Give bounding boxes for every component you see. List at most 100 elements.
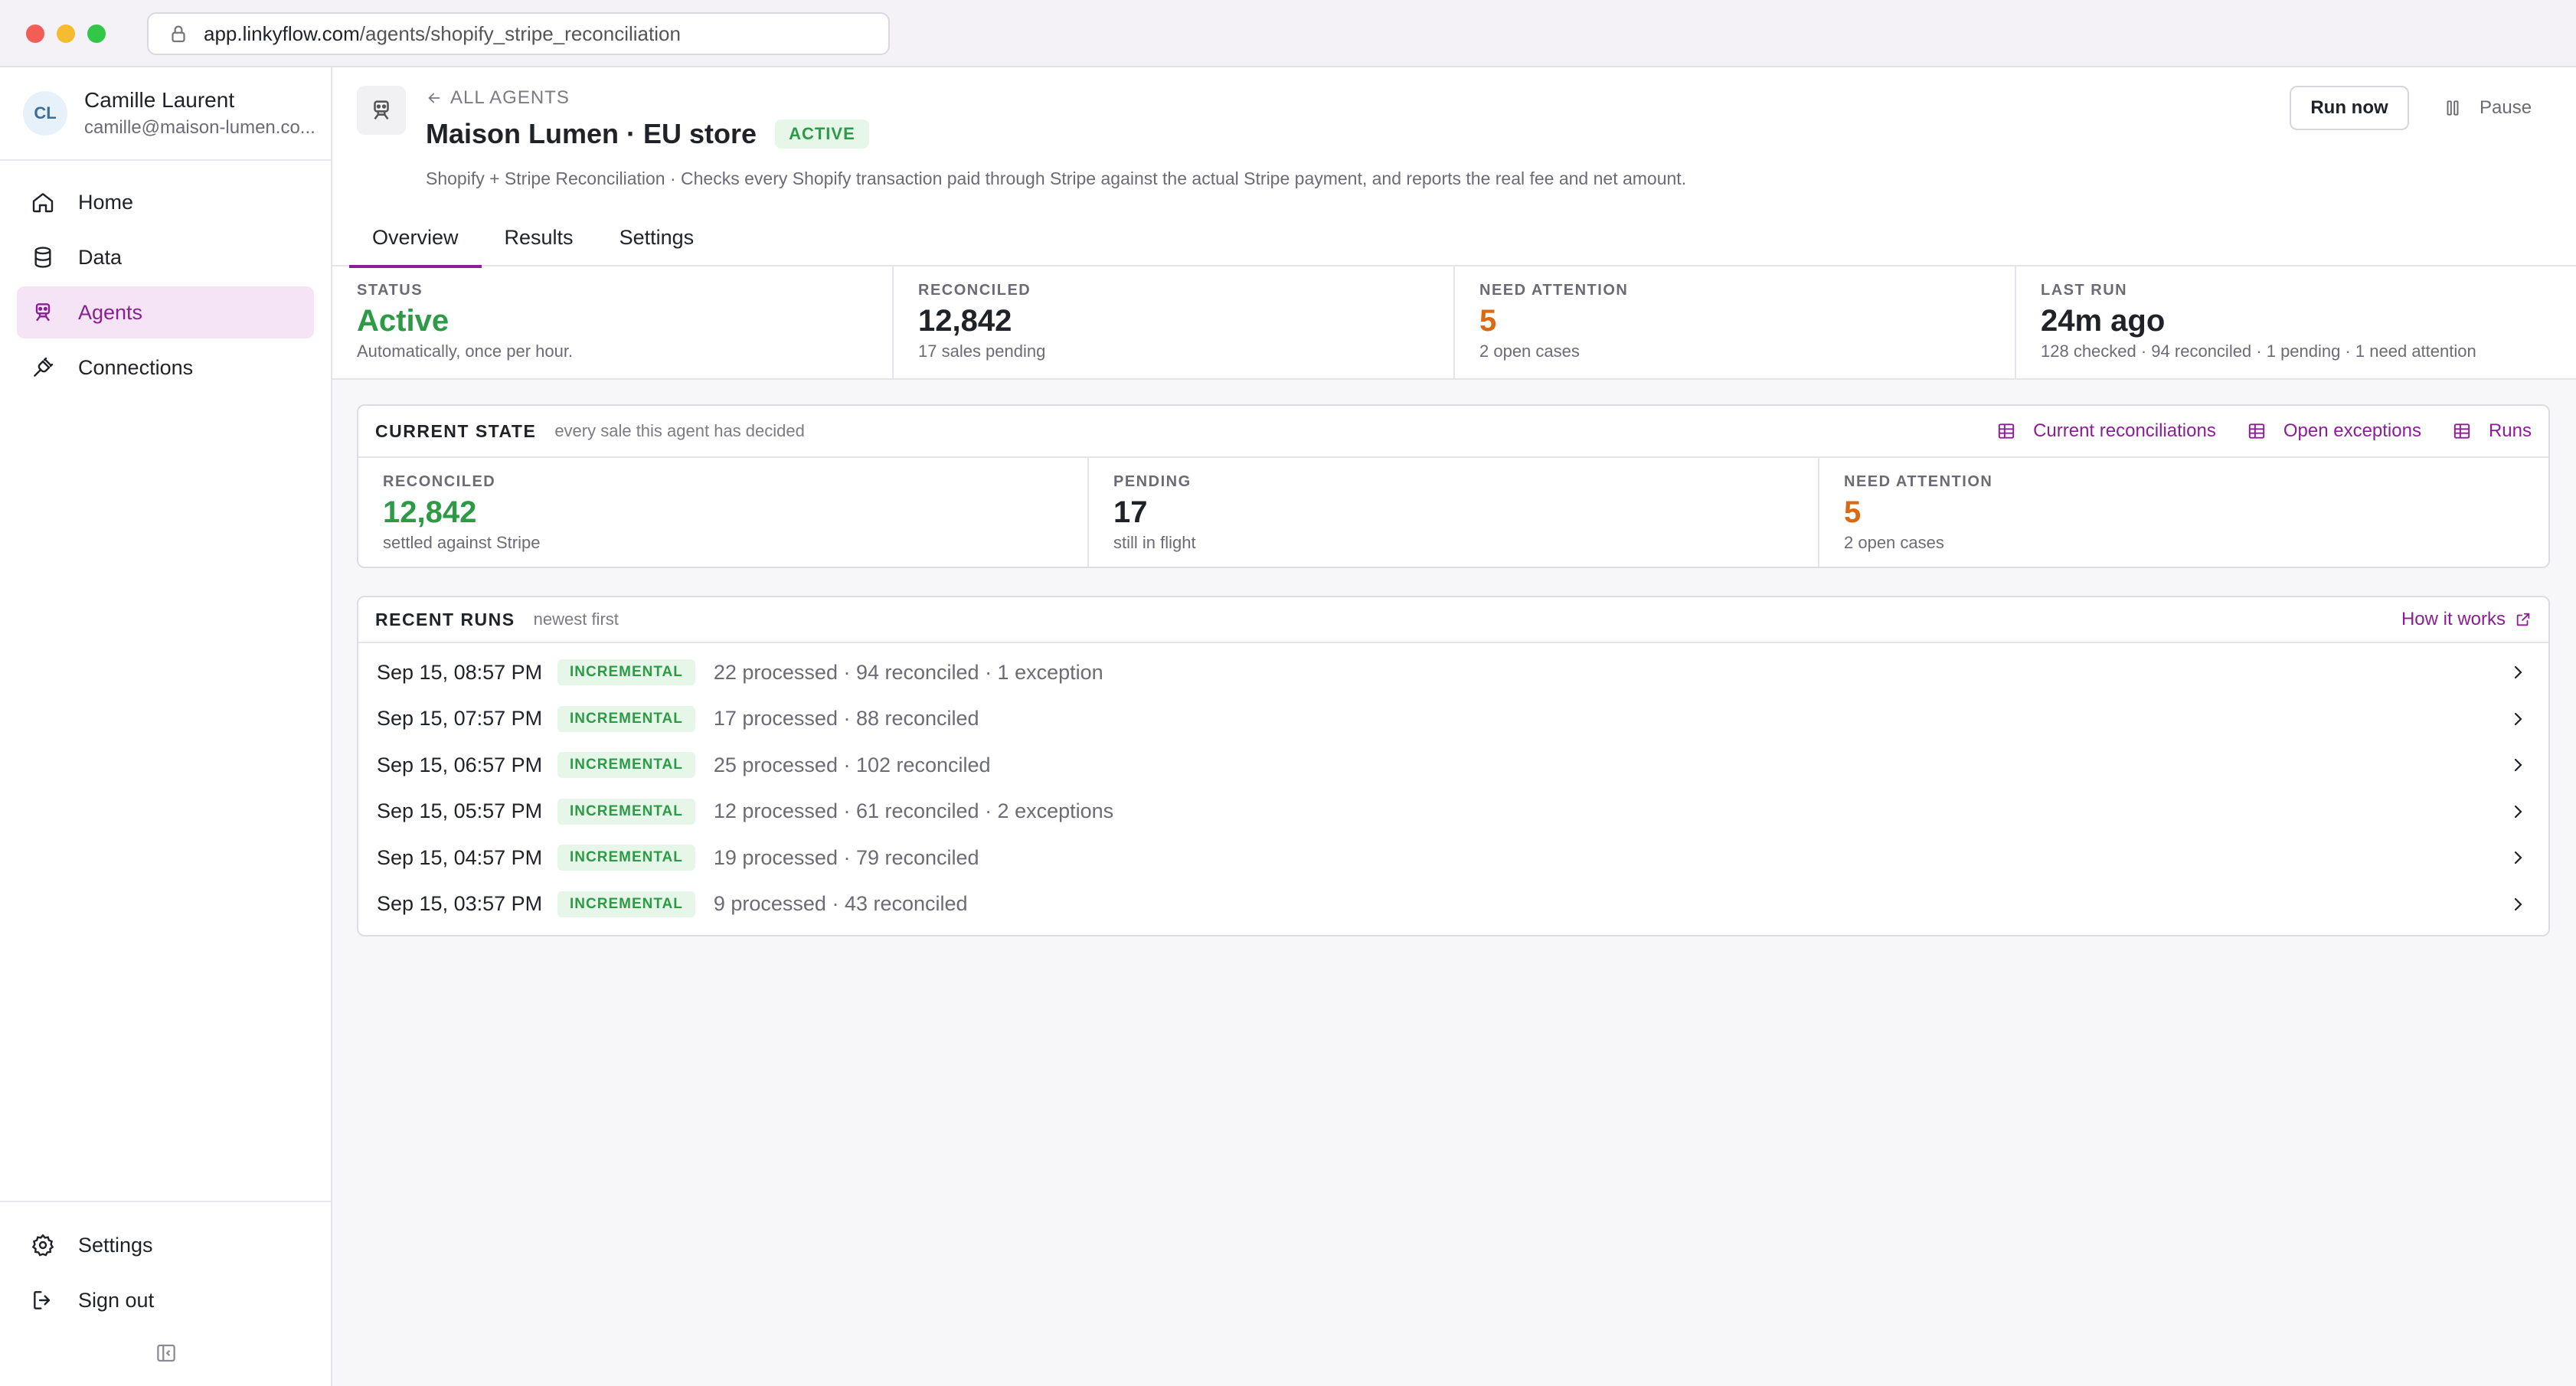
- stat-label: RECONCILED: [383, 473, 496, 490]
- sidebar-item-label: Home: [78, 190, 134, 214]
- pause-label: Pause: [2480, 97, 2532, 118]
- table-icon: [1998, 423, 2015, 439]
- current-state-card: CURRENT STATE every sale this agent has …: [357, 404, 2550, 568]
- table-icon: [2248, 423, 2265, 439]
- agent-icon: [374, 100, 389, 120]
- stat-status: STATUS Active Automatically, once per ho…: [332, 266, 894, 378]
- user-profile[interactable]: CL Camille Laurent camille@maison-lumen.…: [0, 67, 331, 161]
- lock-icon: [172, 25, 185, 43]
- page-header: ALL AGENTS Maison Lumen · EU store ACTIV…: [332, 67, 2576, 268]
- sidebar-item-home[interactable]: Home: [17, 176, 314, 228]
- run-date: Sep 15, 06:57 PM: [377, 753, 543, 776]
- run-row[interactable]: Sep 15, 07:57 PM INCREMENTAL 17 processe…: [358, 696, 2548, 743]
- card-title: CURRENT STATE: [375, 420, 537, 441]
- stat-label: RECONCILED: [918, 282, 1031, 299]
- card-subtitle: newest first: [533, 610, 619, 629]
- stat-label: STATUS: [357, 282, 423, 299]
- stat-label: NEED ATTENTION: [1844, 473, 1993, 490]
- page-title: Maison Lumen · EU store: [426, 118, 757, 149]
- back-label: ALL AGENTS: [450, 87, 570, 108]
- stat-sub: 17 sales pending: [918, 342, 1046, 361]
- recent-runs-card: RECENT RUNS newest first How it works Se…: [357, 596, 2550, 937]
- chevron-right-icon: [2514, 712, 2522, 725]
- open-exceptions-link[interactable]: Open exceptions: [2247, 420, 2421, 442]
- stat-sub: 2 open cases: [1479, 342, 1580, 361]
- stat-sub: 128 checked · 94 reconciled · 1 pending …: [2041, 342, 2476, 361]
- state-need-attention: NEED ATTENTION 5 2 open cases: [1819, 458, 2548, 567]
- sidebar-item-label: Sign out: [78, 1288, 155, 1312]
- runs-link[interactable]: Runs: [2452, 420, 2532, 442]
- run-summary: 22 processed · 94 reconciled · 1 excepti…: [713, 660, 1103, 684]
- stat-value: 5: [1479, 304, 1497, 338]
- link-label: Current reconciliations: [2033, 420, 2216, 441]
- window-minimize-button[interactable]: [57, 25, 75, 43]
- run-summary: 17 processed · 88 reconciled: [713, 707, 979, 731]
- runs-list: Sep 15, 08:57 PM INCREMENTAL 22 processe…: [358, 643, 2548, 935]
- window-close-button[interactable]: [26, 25, 44, 43]
- external-link-icon: [2516, 613, 2530, 626]
- sidebar-item-settings[interactable]: Settings: [17, 1219, 314, 1271]
- card-title: RECENT RUNS: [375, 609, 515, 629]
- stat-sub: Automatically, once per hour.: [357, 342, 574, 361]
- collapse-sidebar-icon[interactable]: [155, 1342, 178, 1365]
- agent-avatar: [357, 86, 406, 135]
- user-name: Camille Laurent: [84, 88, 235, 112]
- tab-overview[interactable]: Overview: [349, 208, 482, 268]
- sidebar-item-agents[interactable]: Agents: [17, 286, 314, 338]
- stat-value: Active: [357, 304, 449, 338]
- how-it-works-link[interactable]: How it works: [2401, 609, 2532, 630]
- pause-button[interactable]: Pause: [2443, 86, 2532, 130]
- stat-value: 17: [1113, 495, 1148, 529]
- current-reconciliations-link[interactable]: Current reconciliations: [1996, 420, 2216, 442]
- run-type-badge: INCREMENTAL: [557, 845, 695, 871]
- sidebar-item-label: Connections: [78, 355, 194, 379]
- link-label: Runs: [2488, 420, 2532, 441]
- tab-results[interactable]: Results: [482, 208, 597, 266]
- stat-last-run: LAST RUN 24m ago 128 checked · 94 reconc…: [2016, 266, 2576, 378]
- card-subtitle: every sale this agent has decided: [554, 421, 805, 440]
- tab-settings[interactable]: Settings: [597, 208, 718, 266]
- stat-sub: settled against Stripe: [383, 533, 541, 552]
- stat-label: PENDING: [1113, 473, 1192, 490]
- run-now-button[interactable]: Run now: [2290, 86, 2409, 130]
- agent-description: Shopify + Stripe Reconciliation · Checks…: [426, 168, 1687, 188]
- stat-reconciled: RECONCILED 12,842 17 sales pending: [894, 266, 1455, 378]
- sidebar-nav: Home Data Agents Connections: [0, 161, 331, 394]
- back-to-agents-link[interactable]: ALL AGENTS: [426, 87, 570, 109]
- stat-value: 5: [1844, 495, 1862, 529]
- run-row[interactable]: Sep 15, 03:57 PM INCREMENTAL 9 processed…: [358, 881, 2548, 928]
- run-type-badge: INCREMENTAL: [557, 705, 695, 732]
- stat-label: NEED ATTENTION: [1479, 282, 1629, 299]
- stat-value: 12,842: [918, 304, 1012, 338]
- run-row[interactable]: Sep 15, 04:57 PM INCREMENTAL 19 processe…: [358, 835, 2548, 881]
- url-host: app.linkyflow.com: [204, 21, 360, 45]
- link-label: Open exceptions: [2283, 420, 2421, 441]
- window-maximize-button[interactable]: [87, 25, 106, 43]
- sidebar-item-connections[interactable]: Connections: [17, 342, 314, 394]
- home-icon: [32, 193, 54, 213]
- stat-value: 24m ago: [2041, 304, 2166, 338]
- run-row[interactable]: Sep 15, 06:57 PM INCREMENTAL 25 processe…: [358, 742, 2548, 789]
- sidebar-item-label: Data: [78, 245, 123, 269]
- stat-sub: 2 open cases: [1844, 533, 1944, 552]
- run-type-badge: INCREMENTAL: [557, 891, 695, 917]
- main-content: ALL AGENTS Maison Lumen · EU store ACTIV…: [332, 67, 2576, 1386]
- stat-sub: still in flight: [1113, 533, 1196, 552]
- table-icon: [2453, 423, 2470, 439]
- run-date: Sep 15, 08:57 PM: [377, 660, 543, 684]
- run-row[interactable]: Sep 15, 08:57 PM INCREMENTAL 22 processe…: [358, 649, 2548, 696]
- run-type-badge: INCREMENTAL: [557, 752, 695, 779]
- stat-label: LAST RUN: [2041, 282, 2128, 299]
- chevron-right-icon: [2514, 805, 2522, 818]
- link-label: How it works: [2401, 609, 2506, 629]
- agent-icon: [35, 303, 51, 322]
- run-row[interactable]: Sep 15, 05:57 PM INCREMENTAL 12 processe…: [358, 789, 2548, 835]
- sidebar-item-data[interactable]: Data: [17, 231, 314, 283]
- run-summary: 19 processed · 79 reconciled: [713, 845, 979, 869]
- pause-icon: [2447, 100, 2459, 116]
- sidebar-item-sign-out[interactable]: Sign out: [17, 1274, 314, 1326]
- address-bar[interactable]: app.linkyflow.com/agents/shopify_stripe_…: [147, 12, 890, 55]
- sign-out-icon: [34, 1291, 51, 1309]
- sidebar-item-label: Settings: [78, 1233, 153, 1257]
- chevron-right-icon: [2514, 851, 2522, 865]
